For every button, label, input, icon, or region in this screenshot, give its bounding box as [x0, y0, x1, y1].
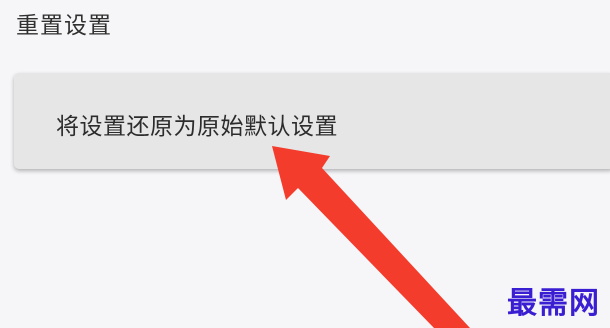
reset-settings-label: 将设置还原为原始默认设置 [56, 114, 338, 140]
watermark-logo: 最需网 [507, 286, 600, 321]
reset-settings-button[interactable]: 将设置还原为原始默认设置 [14, 73, 610, 169]
page-title: 重置设置 [16, 13, 112, 39]
